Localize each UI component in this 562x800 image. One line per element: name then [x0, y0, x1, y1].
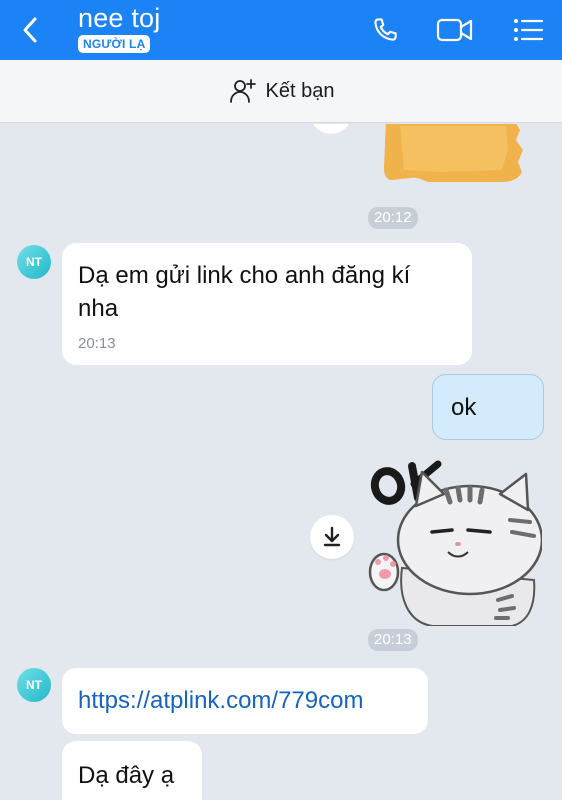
avatar-initials: NT	[26, 678, 42, 692]
partial-round-button[interactable]	[310, 124, 352, 134]
voice-call-button[interactable]	[366, 12, 404, 48]
phone-icon	[374, 18, 397, 41]
sticker-partial[interactable]	[380, 124, 526, 184]
download-sticker-button[interactable]	[310, 515, 354, 559]
menu-button[interactable]	[509, 12, 547, 48]
message-text: ok	[451, 394, 477, 421]
video-call-icon	[436, 18, 473, 42]
message-text: Dạ đây ạ	[78, 762, 175, 789]
stranger-badge: NGƯỜI LẠ	[78, 35, 151, 53]
download-icon	[323, 526, 341, 547]
contact-info[interactable]: nee toj NGƯỜI LẠ	[78, 2, 160, 53]
video-call-button[interactable]	[436, 12, 474, 48]
back-button[interactable]	[12, 12, 48, 48]
message-link[interactable]: https://atplink.com/779com	[78, 687, 363, 714]
ok-cat-sticker[interactable]	[362, 450, 544, 627]
chat-header: nee toj NGƯỜI LẠ	[0, 0, 562, 60]
link-message-bubble[interactable]: https://atplink.com/779com	[62, 668, 428, 734]
menu-icon	[514, 19, 544, 41]
chat-messages[interactable]: 20:12 NT Dạ em gửi link cho anh đăng kí …	[0, 124, 562, 800]
message-time: 20:13	[78, 335, 116, 352]
add-friend-label: Kết bạn	[265, 79, 335, 102]
message-bubble-sent[interactable]: ok	[432, 374, 544, 440]
contact-avatar[interactable]: NT	[17, 245, 51, 279]
add-friend-icon	[228, 76, 258, 106]
timestamp-chip: 20:13	[368, 629, 418, 651]
avatar-initials: NT	[26, 255, 42, 269]
message-bubble-received[interactable]: Dạ em gửi link cho anh đăng kí nha 20:13	[62, 243, 472, 365]
timestamp-chip: 20:12	[368, 207, 418, 229]
contact-name: nee toj	[78, 3, 161, 33]
message-text: Dạ em gửi link cho anh đăng kí nha	[78, 262, 411, 322]
message-bubble-received[interactable]: Dạ đây ạ	[62, 741, 202, 800]
back-icon	[23, 17, 37, 43]
add-friend-button[interactable]: Kết bạn	[0, 60, 562, 123]
contact-avatar[interactable]: NT	[17, 668, 51, 702]
